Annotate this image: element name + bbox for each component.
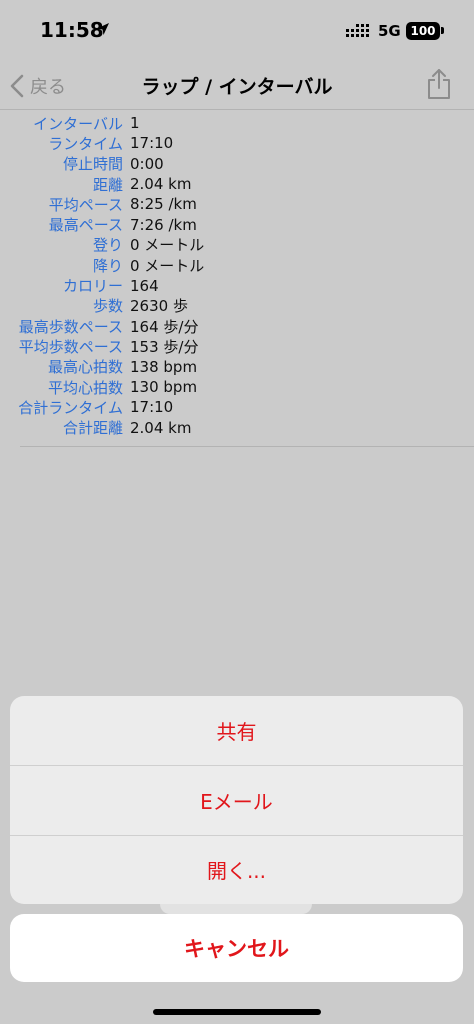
action-sheet: 共有 Eメール 開く... [10, 696, 463, 904]
home-indicator [153, 1009, 321, 1015]
location-arrow-icon [97, 23, 109, 35]
stat-row: 降り 0 メートル [0, 255, 474, 275]
stat-value: 164 [130, 276, 159, 295]
cancel-button[interactable]: キャンセル [10, 914, 463, 982]
open-action-button[interactable]: 開く... [10, 834, 463, 904]
stat-label: インターバル [33, 114, 123, 133]
status-bar: 11:58 5G 100 [0, 0, 474, 62]
page-title: ラップ / インターバル [141, 76, 333, 98]
stat-label: 停止時間 [62, 155, 123, 174]
battery-level: 100 [410, 24, 436, 38]
share-icon [428, 69, 450, 99]
stat-label: 平均心拍数 [47, 378, 123, 397]
stat-value: 2.04 km [130, 175, 192, 194]
stat-label: 最高歩数ペース [18, 317, 123, 336]
stat-label: 最高心拍数 [47, 358, 123, 377]
battery-nub [441, 27, 444, 34]
stat-value: 164 歩/分 [130, 317, 199, 336]
stat-value: 138 bpm [130, 357, 198, 376]
stat-row: 合計距離 2.04 km [0, 417, 474, 438]
stat-row: インターバル 1 [0, 113, 474, 133]
stat-row: 登り 0 メートル [0, 235, 474, 255]
stat-label: ランタイム [48, 134, 123, 153]
navigation-bar: 戻る ラップ / インターバル [0, 62, 474, 110]
stat-label: 歩数 [92, 297, 123, 316]
stat-value: 2.04 km [130, 418, 192, 437]
stat-value: 2630 歩 [130, 297, 188, 316]
stat-label: カロリー [62, 277, 123, 296]
stat-row: 停止時間 0:00 [0, 154, 474, 174]
stat-label: 降り [92, 256, 123, 275]
stat-value: 0 メートル [130, 256, 205, 275]
stat-row: カロリー 164 [0, 275, 474, 296]
stat-label: 距離 [92, 175, 123, 194]
stat-value: 7:26 /km [130, 215, 197, 234]
stat-label: 最高ペース [48, 216, 123, 235]
stat-row: 最高心拍数 138 bpm [0, 357, 474, 377]
stat-row: 距離 2.04 km [0, 174, 474, 194]
stat-label: 登り [92, 236, 123, 255]
stat-row: 平均歩数ペース 153 歩/分 [0, 336, 474, 356]
stat-value: 8:25 /km [130, 195, 197, 214]
stat-row: 合計ランタイム 17:10 [0, 397, 474, 417]
share-action-button[interactable]: 共有 [10, 696, 463, 765]
stat-value: 0:00 [130, 154, 164, 173]
stat-value: 17:10 [130, 398, 174, 417]
email-action-button[interactable]: Eメール [10, 765, 463, 834]
stat-row: 最高歩数ペース 164 歩/分 [0, 316, 474, 336]
stat-label: 平均ペース [48, 195, 123, 214]
stat-value: 1 [130, 114, 140, 133]
stat-row: 平均ペース 8:25 /km [0, 194, 474, 214]
status-time: 11:58 [40, 18, 104, 42]
signal-bars-icon [346, 24, 369, 37]
stat-row: ランタイム 17:10 [0, 133, 474, 153]
stat-value: 17:10 [130, 134, 174, 153]
stat-value: 130 bpm [130, 378, 198, 396]
lap-stats-list: インターバル 1 ランタイム 17:10 停止時間 0:00 距離 2.04 km 平均ペース 8… [0, 113, 474, 438]
stat-label: 合計距離 [62, 419, 123, 438]
stat-value: 153 歩/分 [130, 337, 199, 356]
network-label: 5G [378, 22, 401, 40]
share-button[interactable] [426, 67, 452, 105]
battery-icon: 100 [406, 22, 440, 40]
stats-divider [20, 446, 474, 447]
stat-label: 平均歩数ペース [18, 337, 123, 356]
stat-label: 合計ランタイム [18, 398, 123, 417]
stat-value: 0 メートル [130, 236, 205, 255]
stat-row: 歩数 2630 歩 [0, 296, 474, 316]
stat-row: 平均心拍数 130 bpm [0, 377, 474, 397]
stat-row: 最高ペース 7:26 /km [0, 214, 474, 235]
